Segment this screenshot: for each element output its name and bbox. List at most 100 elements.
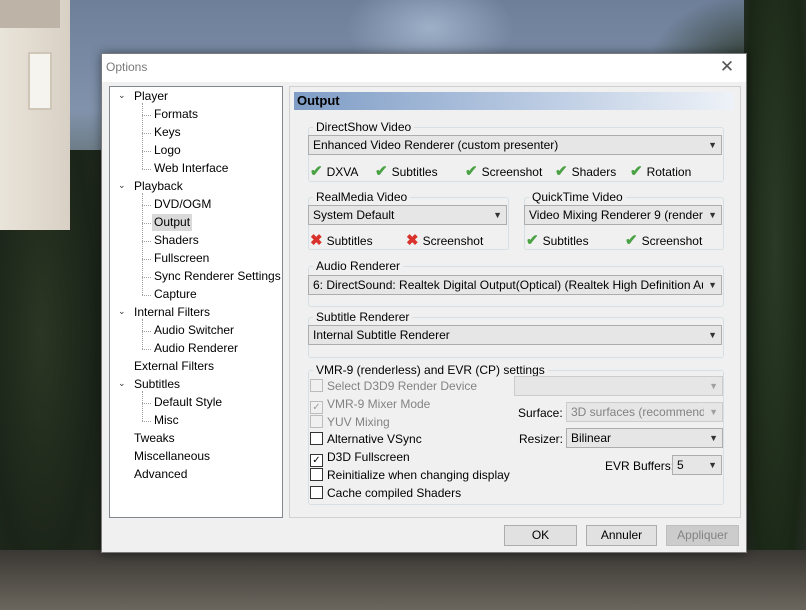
options-tree[interactable]: ⌄ Player Formats Keys Logo Web Interface ⌄ Play… <box>109 86 283 518</box>
select-d3d9-device-checkbox[interactable]: Select D3D9 Render Device <box>310 379 477 394</box>
quicktime-video-legend: QuickTime Video <box>532 190 623 204</box>
check-icon: ✔ <box>630 163 643 180</box>
quicktime-feature-subtitles: ✔ Subtitles <box>526 231 589 249</box>
tree-connector <box>142 403 151 404</box>
feature-label: Screenshot <box>641 234 703 248</box>
background-house <box>0 0 70 230</box>
tree-connector <box>142 241 151 242</box>
checkbox-label: Select D3D9 Render Device <box>327 379 478 393</box>
title-bar: Options ✕ <box>102 54 746 82</box>
d3d-fullscreen-checkbox[interactable]: ✓ D3D Fullscreen <box>310 450 410 467</box>
subtitle-renderer-select[interactable]: Internal Subtitle Renderer ▼ <box>308 325 722 345</box>
yuv-mixing-checkbox[interactable]: YUV Mixing <box>310 415 390 430</box>
quicktime-renderer-value: Video Mixing Renderer 9 (renderless) <box>529 208 703 222</box>
tree-connector <box>142 259 151 260</box>
checkbox-box: ✓ <box>310 401 323 414</box>
directshow-video-legend: DirectShow Video <box>316 120 412 134</box>
subtitle-renderer-value: Internal Subtitle Renderer <box>313 328 450 342</box>
surface-label: Surface: <box>518 406 563 420</box>
chevron-down-icon[interactable]: ⌄ <box>118 306 128 316</box>
tree-connector <box>142 205 151 206</box>
tree-item-logo[interactable]: Logo <box>152 142 183 159</box>
window-title: Options <box>106 60 148 74</box>
ok-button[interactable]: OK <box>504 525 577 546</box>
d3d-device-select[interactable]: ▼ <box>514 376 723 396</box>
evr-buffers-select[interactable]: 5 ▼ <box>672 455 722 475</box>
realmedia-video-legend: RealMedia Video <box>316 190 408 204</box>
chevron-down-icon: ▼ <box>709 381 718 391</box>
background-ground <box>0 550 806 610</box>
apply-button[interactable]: Appliquer <box>666 525 739 546</box>
tree-connector <box>142 103 143 169</box>
tree-connector <box>142 421 151 422</box>
subtitle-renderer-legend: Subtitle Renderer <box>316 310 410 324</box>
evr-buffers-value: 5 <box>677 458 684 472</box>
realmedia-feature-subtitles: ✖ Subtitles <box>310 231 373 249</box>
close-icon[interactable]: ✕ <box>716 56 738 78</box>
vmr9-mixer-mode-checkbox[interactable]: ✓ VMR-9 Mixer Mode <box>310 397 430 414</box>
tree-item-capture[interactable]: Capture <box>152 286 199 303</box>
tree-item-output[interactable]: Output <box>152 214 193 231</box>
feature-label: Rotation <box>646 165 692 179</box>
audio-renderer-select[interactable]: 6: DirectSound: Realtek Digital Output(O… <box>308 275 722 295</box>
chevron-down-icon[interactable]: ⌄ <box>118 180 128 190</box>
cross-icon: ✖ <box>406 232 419 249</box>
surface-value: 3D surfaces (recommended) <box>571 405 704 419</box>
alternative-vsync-checkbox[interactable]: Alternative VSync <box>310 432 422 447</box>
tree-item-shaders[interactable]: Shaders <box>152 232 201 249</box>
tree-item-default-style[interactable]: Default Style <box>152 394 224 411</box>
directshow-renderer-select[interactable]: Enhanced Video Renderer (custom presente… <box>308 135 722 155</box>
chevron-down-icon: ▼ <box>708 210 717 220</box>
tree-item-misc[interactable]: Misc <box>152 412 181 429</box>
realmedia-feature-screenshot: ✖ Screenshot <box>406 231 483 249</box>
checkbox-box <box>310 468 323 481</box>
check-icon: ✔ <box>375 163 388 180</box>
realmedia-renderer-select[interactable]: System Default ▼ <box>308 205 507 225</box>
tree-item-internal-filters[interactable]: Internal Filters <box>132 304 212 321</box>
tree-item-tweaks[interactable]: Tweaks <box>132 430 177 447</box>
checkbox-box <box>310 432 323 445</box>
resizer-label: Resizer: <box>519 432 564 446</box>
tree-item-fullscreen[interactable]: Fullscreen <box>152 250 211 267</box>
tree-item-dvd-ogm[interactable]: DVD/OGM <box>152 196 213 213</box>
checkbox-box <box>310 486 323 499</box>
tree-item-sync-renderer-settings[interactable]: Sync Renderer Settings <box>152 268 282 285</box>
tree-item-keys[interactable]: Keys <box>152 124 183 141</box>
tree-connector <box>142 115 151 116</box>
cancel-button[interactable]: Annuler <box>586 525 657 546</box>
quicktime-renderer-select[interactable]: Video Mixing Renderer 9 (renderless) ▼ <box>524 205 722 225</box>
feature-label: DXVA <box>326 165 359 179</box>
feature-label: Screenshot <box>422 234 484 248</box>
resizer-select[interactable]: Bilinear ▼ <box>566 428 723 448</box>
chevron-down-icon[interactable]: ⌄ <box>118 90 128 100</box>
tree-connector <box>142 169 151 170</box>
tree-item-audio-switcher[interactable]: Audio Switcher <box>152 322 236 339</box>
tree-connector <box>142 277 151 278</box>
background-window <box>28 52 52 110</box>
tree-item-audio-renderer[interactable]: Audio Renderer <box>152 340 240 357</box>
feature-label: Subtitles <box>542 234 589 248</box>
feature-label: Screenshot <box>481 165 543 179</box>
tree-connector <box>142 391 143 421</box>
tree-item-playback[interactable]: Playback <box>132 178 185 195</box>
tree-item-advanced[interactable]: Advanced <box>132 466 189 483</box>
reinitialize-display-checkbox[interactable]: Reinitialize when changing display <box>310 468 510 483</box>
tree-connector <box>142 193 143 295</box>
check-icon: ✔ <box>526 232 539 249</box>
cache-shaders-checkbox[interactable]: Cache compiled Shaders <box>310 486 461 501</box>
tree-item-external-filters[interactable]: External Filters <box>132 358 216 375</box>
tree-item-miscellaneous[interactable]: Miscellaneous <box>132 448 212 465</box>
tree-connector <box>142 223 151 224</box>
tree-item-web-interface[interactable]: Web Interface <box>152 160 230 177</box>
surface-select[interactable]: 3D surfaces (recommended) ▼ <box>566 402 723 422</box>
chevron-down-icon: ▼ <box>493 210 502 220</box>
output-panel: Output DirectShow Video Enhanced Video R… <box>289 86 741 518</box>
feature-label: Subtitles <box>326 234 373 248</box>
tree-item-player[interactable]: Player <box>132 88 170 105</box>
feature-label: Shaders <box>571 165 617 179</box>
tree-item-subtitles[interactable]: Subtitles <box>132 376 182 393</box>
chevron-down-icon: ▼ <box>709 433 718 443</box>
tree-item-formats[interactable]: Formats <box>152 106 200 123</box>
chevron-down-icon: ▼ <box>708 140 717 150</box>
chevron-down-icon[interactable]: ⌄ <box>118 378 128 388</box>
